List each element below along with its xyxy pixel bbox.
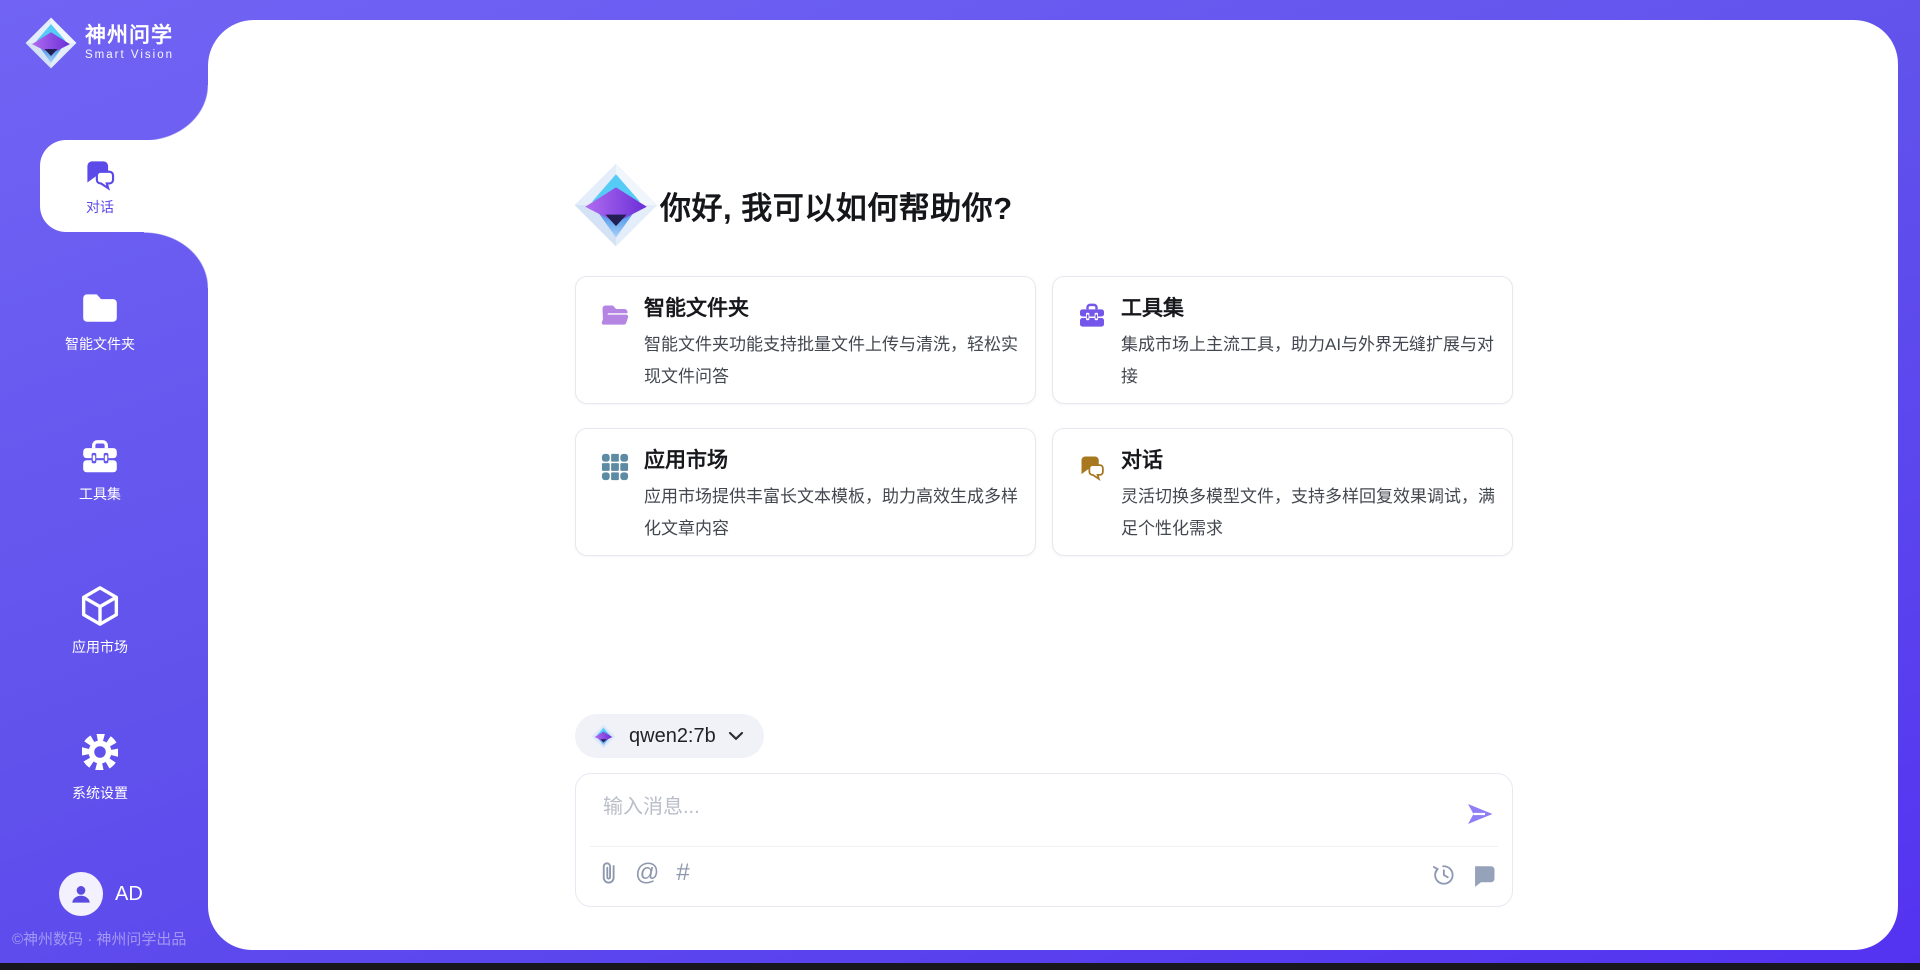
model-name: qwen2:7b — [629, 725, 716, 748]
main-panel: 你好, 我可以如何帮助你? 智能文件夹 智能文件夹功能支持批量文件上传与清洗，轻… — [208, 20, 1898, 950]
sidebar-item-toolset[interactable]: 工具集 — [0, 436, 200, 504]
card-app-market[interactable]: 应用市场 应用市场提供丰富长文本模板，助力高效生成多样化文章内容 — [575, 428, 1036, 556]
chevron-down-icon — [728, 731, 744, 741]
sidebar-item-label: 对话 — [86, 197, 114, 217]
mention-button[interactable]: @ — [635, 860, 659, 886]
copyright: ©神州数码 · 神州问学出品 — [12, 928, 186, 949]
app-window: 神州问学 Smart Vision 对话 智能文件夹 — [0, 0, 1920, 970]
toolbox-icon — [79, 436, 121, 476]
greeting-block: 你好, 我可以如何帮助你? — [572, 161, 1013, 249]
greeting-text: 你好, 我可以如何帮助你? — [660, 183, 1013, 228]
tab-fillet-bottom — [144, 232, 209, 288]
brand-title: 神州问学 — [85, 24, 174, 48]
model-selector[interactable]: qwen2:7b — [575, 714, 764, 758]
avatar — [59, 872, 103, 916]
chat-bubbles-icon — [1077, 452, 1107, 482]
user-initials: AD — [115, 883, 143, 906]
card-description: 灵活切换多模型文件，支持多样回复效果调试，满足个性化需求 — [1121, 481, 1499, 545]
sidebar-item-system-settings[interactable]: 系统设置 — [0, 729, 200, 803]
hash-icon: # — [676, 860, 689, 886]
toolbox-icon — [1077, 300, 1107, 330]
sidebar-item-label: 工具集 — [79, 484, 121, 504]
card-smart-folder[interactable]: 智能文件夹 智能文件夹功能支持批量文件上传与清洗，轻松实现文件问答 — [575, 276, 1036, 404]
feedback-bubble-icon — [1470, 862, 1497, 889]
card-title: 工具集 — [1121, 294, 1184, 324]
topic-button[interactable]: # — [676, 860, 689, 886]
sidebar-item-app-market[interactable]: 应用市场 — [0, 583, 200, 657]
card-title: 对话 — [1121, 446, 1163, 476]
card-description: 应用市场提供丰富长文本模板，助力高效生成多样化文章内容 — [644, 481, 1022, 545]
card-description: 智能文件夹功能支持批量文件上传与清洗，轻松实现文件问答 — [644, 329, 1022, 393]
feature-cards: 智能文件夹 智能文件夹功能支持批量文件上传与清洗，轻松实现文件问答 — [575, 276, 1513, 556]
gear-icon — [77, 729, 123, 775]
sidebar-item-chat[interactable]: 对话 — [40, 140, 208, 232]
brand: 神州问学 Smart Vision — [24, 16, 174, 70]
history-button[interactable] — [1429, 861, 1457, 889]
tab-fillet-top — [144, 85, 209, 141]
chat-bubbles-icon — [82, 156, 118, 192]
at-icon: @ — [635, 860, 659, 886]
person-icon — [68, 881, 94, 907]
screen-bottom-edge — [0, 963, 1920, 970]
history-icon — [1429, 861, 1457, 889]
diamond-logo-icon — [591, 724, 616, 749]
user-account[interactable]: AD — [59, 872, 143, 916]
message-composer: @ # — [575, 773, 1513, 907]
folder-open-icon — [600, 300, 630, 330]
brand-subtitle: Smart Vision — [85, 48, 174, 63]
sidebar-item-smart-folder[interactable]: 智能文件夹 — [0, 288, 200, 354]
paperclip-icon — [599, 859, 618, 887]
feedback-button[interactable] — [1470, 862, 1497, 889]
send-button[interactable] — [1464, 798, 1496, 830]
sidebar-item-label: 智能文件夹 — [65, 334, 135, 354]
composer-divider — [590, 846, 1498, 847]
composer-tools-right — [1429, 861, 1497, 889]
card-title: 智能文件夹 — [644, 294, 749, 324]
diamond-logo-icon — [24, 16, 78, 70]
sidebar: 神州问学 Smart Vision 对话 智能文件夹 — [0, 0, 208, 970]
folder-icon — [79, 288, 121, 326]
send-icon — [1464, 798, 1496, 830]
sidebar-item-label: 应用市场 — [72, 637, 128, 657]
card-toolset[interactable]: 工具集 集成市场上主流工具，助力AI与外界无缝扩展与对接 — [1052, 276, 1513, 404]
card-title: 应用市场 — [644, 446, 728, 476]
sidebar-item-label: 系统设置 — [72, 783, 128, 803]
cube-icon — [78, 583, 122, 629]
attach-file-button[interactable] — [599, 859, 618, 887]
composer-tools-left: @ # — [599, 859, 690, 887]
card-description: 集成市场上主流工具，助力AI与外界无缝扩展与对接 — [1121, 329, 1499, 393]
card-chat[interactable]: 对话 灵活切换多模型文件，支持多样回复效果调试，满足个性化需求 — [1052, 428, 1513, 556]
diamond-logo-icon — [572, 161, 660, 249]
grid-market-icon — [600, 452, 630, 482]
message-input[interactable] — [601, 788, 1445, 842]
